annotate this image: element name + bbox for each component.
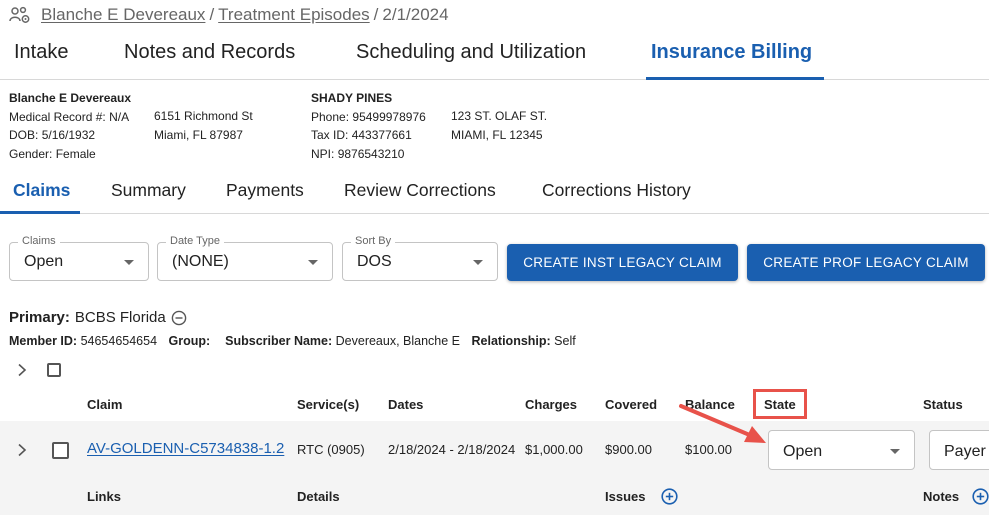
state-select[interactable]: Open <box>768 430 915 470</box>
medical-record-label: Medical Record #: <box>9 109 106 124</box>
breadcrumb-patient-link[interactable]: Blanche E Devereaux <box>41 5 205 25</box>
primary-insurance: Primary: BCBS Florida <box>9 309 187 326</box>
annotation-arrow-icon <box>679 404 766 443</box>
gender-value: Female <box>55 146 96 161</box>
tab-notes-and-records[interactable]: Notes and Records <box>124 41 295 64</box>
sort-by-select[interactable]: Sort By DOS <box>342 235 498 281</box>
claims-filter-select[interactable]: Claims Open <box>9 235 149 281</box>
gender-label: Gender: <box>9 146 53 161</box>
claims-filter-label: Claims <box>18 235 60 247</box>
cell-covered: $900.00 <box>605 442 652 457</box>
group-label: Group: <box>168 334 211 348</box>
facility-address-line2: MIAMI, FL 12345 <box>451 127 543 142</box>
plus-circle-icon[interactable] <box>661 488 678 505</box>
date-type-label: Date Type <box>166 235 224 247</box>
issues-label: Issues <box>605 489 646 504</box>
column-header-claim: Claim <box>87 397 123 412</box>
claims-filter-value: Open <box>24 253 64 270</box>
claim-link[interactable]: AV-GOLDENN-C5734838-1.2 <box>87 440 284 457</box>
status-select[interactable]: Payer <box>929 430 989 470</box>
column-header-dates: Dates <box>388 397 424 412</box>
date-type-value: (NONE) <box>172 253 229 270</box>
tab-payments[interactable]: Payments <box>226 180 304 201</box>
tab-summary[interactable]: Summary <box>111 180 186 201</box>
minus-circle-icon[interactable] <box>171 310 187 326</box>
patient-name: Blanche E Devereaux <box>9 91 132 105</box>
column-header-covered: Covered <box>605 397 658 412</box>
state-value: Open <box>783 443 823 460</box>
patient-address: 6151 Richmond St Miami, FL 87987 <box>154 107 253 144</box>
create-inst-legacy-claim-button[interactable]: CREATE INST LEGACY CLAIM <box>507 244 738 281</box>
caret-down-icon <box>124 260 134 265</box>
primary-payer: BCBS Florida <box>74 309 166 326</box>
facility-npi: 9876543210 <box>337 146 405 161</box>
medical-record-value: N/A <box>109 109 130 124</box>
member-id-value: 54654654654 <box>80 334 158 348</box>
column-header-status: Status <box>923 397 963 412</box>
sort-by-label: Sort By <box>351 235 396 247</box>
patient-address-line1: 6151 Richmond St <box>154 109 253 123</box>
caret-down-icon <box>890 449 900 454</box>
facility-tax-label: Tax ID: <box>311 128 349 142</box>
subscriber-value: Devereaux, Blanche E <box>335 334 461 348</box>
breadcrumb-separator: / <box>373 5 379 24</box>
chevron-right-icon[interactable] <box>15 363 29 377</box>
active-subtab-indicator <box>0 211 80 214</box>
patient-address-line2: Miami, FL 87987 <box>154 127 243 142</box>
column-header-services: Service(s) <box>297 397 360 412</box>
breadcrumb-date: 2/1/2024 <box>382 5 449 24</box>
links-label: Links <box>87 489 121 504</box>
select-all-checkbox[interactable] <box>47 363 61 377</box>
primary-label: Primary: <box>9 309 70 326</box>
tab-intake[interactable]: Intake <box>14 41 68 64</box>
tab-review-corrections[interactable]: Review Corrections <box>344 180 496 201</box>
facility-phone: 95499978976 <box>352 109 426 124</box>
facility-phone-label: Phone: <box>311 109 350 124</box>
dob-label: DOB: <box>9 128 39 142</box>
main-tab-bar: Intake Notes and Records Scheduling and … <box>0 36 989 80</box>
sort-by-value: DOS <box>357 253 392 270</box>
status-value: Payer <box>944 443 986 460</box>
facility-address: 123 ST. OLAF ST. MIAMI, FL 12345 <box>451 107 547 144</box>
facility-tax-id: 443377661 <box>351 128 412 142</box>
active-tab-indicator <box>646 77 824 80</box>
people-gear-icon <box>9 6 30 23</box>
tab-claims[interactable]: Claims <box>13 180 70 201</box>
row-checkbox[interactable] <box>52 442 69 459</box>
date-type-select[interactable]: Date Type (NONE) <box>157 235 333 281</box>
cell-services: RTC (0905) <box>297 442 365 457</box>
column-header-charges: Charges <box>525 397 578 412</box>
breadcrumb: Blanche E Devereaux / Treatment Episodes… <box>9 4 449 26</box>
member-id-label: Member ID: <box>9 334 78 348</box>
relationship-value: Self <box>554 334 576 348</box>
patient-info: Blanche E Devereaux Medical Record #: N/… <box>9 89 131 163</box>
tab-corrections-history[interactable]: Corrections History <box>542 180 691 201</box>
notes-label: Notes <box>923 489 960 504</box>
cell-charges: $1,000.00 <box>525 442 583 457</box>
tab-scheduling-and-utilization[interactable]: Scheduling and Utilization <box>356 41 586 64</box>
dob-value: 5/16/1932 <box>41 128 96 142</box>
create-prof-legacy-claim-button[interactable]: CREATE PROF LEGACY CLAIM <box>747 244 985 281</box>
billing-tab-bar: Claims Summary Payments Review Correctio… <box>0 172 989 214</box>
facility-address-line1: 123 ST. OLAF ST. <box>451 109 548 123</box>
relationship-label: Relationship: <box>471 334 551 348</box>
member-details: Member ID: 54654654654 Group: Subscriber… <box>9 334 576 348</box>
facility-name: SHADY PINES <box>311 91 393 105</box>
details-label: Details <box>297 489 340 504</box>
facility-info: SHADY PINES Phone: 95499978976 Tax ID: 4… <box>311 89 426 163</box>
plus-circle-icon[interactable] <box>972 488 989 505</box>
cell-dates: 2/18/2024 - 2/18/2024 <box>388 442 516 457</box>
breadcrumb-separator: / <box>209 5 215 24</box>
caret-down-icon <box>308 260 318 265</box>
tab-insurance-billing[interactable]: Insurance Billing <box>651 41 812 64</box>
subscriber-label: Subscriber Name: <box>225 334 333 348</box>
caret-down-icon <box>473 260 483 265</box>
breadcrumb-episodes-link[interactable]: Treatment Episodes <box>218 5 370 25</box>
chevron-right-icon[interactable] <box>15 443 29 457</box>
facility-npi-label: NPI: <box>311 146 335 161</box>
